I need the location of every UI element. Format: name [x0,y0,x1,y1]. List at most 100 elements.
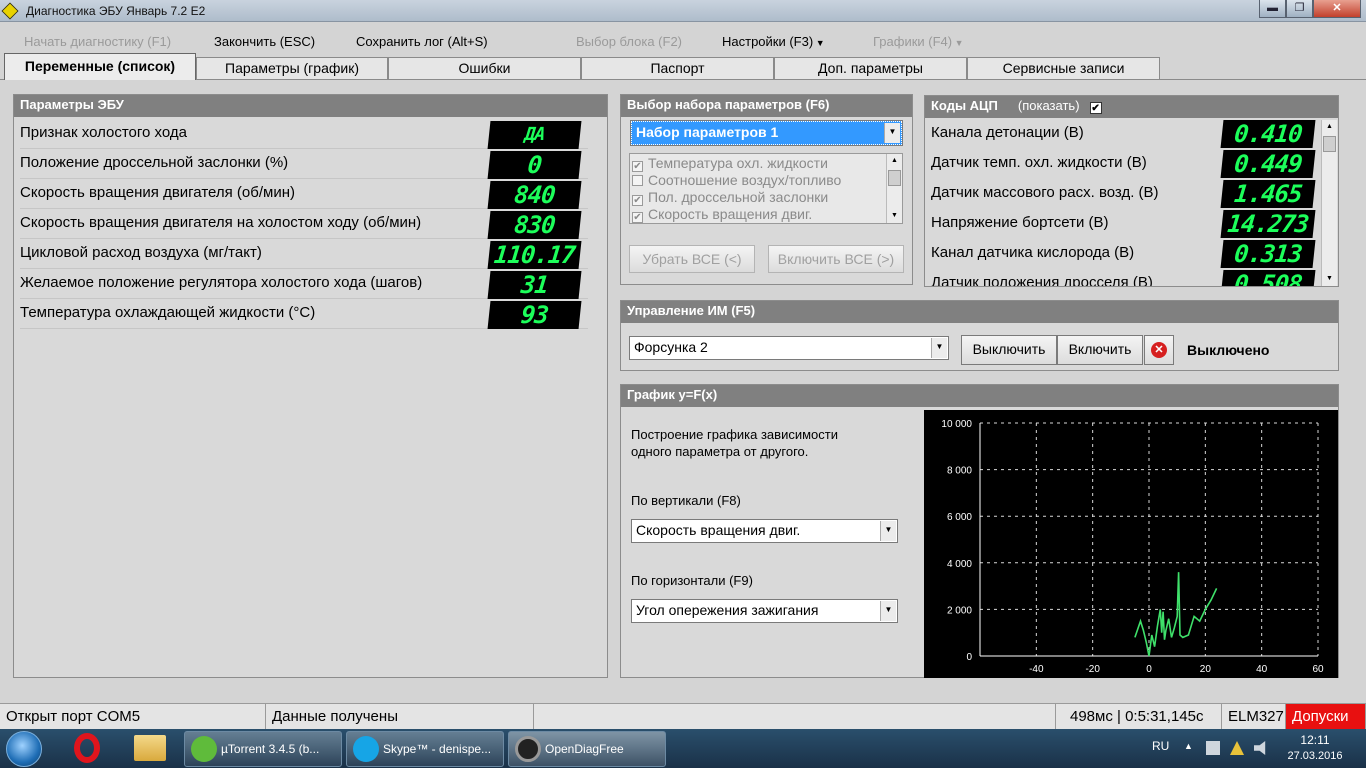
param-list-item[interactable]: ✔ Температура охл. жидкости [632,155,828,172]
adc-row-label: Датчик положения дросселя (В) [931,274,1153,286]
menu-save-log[interactable]: Сохранить лог (Alt+S) [356,34,488,49]
menu-settings[interactable]: Настройки (F3) ▼ [722,34,825,49]
menu-graphs[interactable]: Графики (F4) ▼ [873,34,964,49]
tab-service-records[interactable]: Сервисные записи [967,57,1160,79]
checkbox-icon[interactable] [632,175,643,186]
tab-errors[interactable]: Ошибки [388,57,581,79]
tab-passport[interactable]: Паспорт [581,57,774,79]
vertical-axis-select[interactable]: Скорость вращения двиг. ▼ [631,519,898,543]
taskbar-app-opendiag[interactable]: OpenDiagFree [508,731,666,767]
menu-select-block[interactable]: Выбор блока (F2) [576,34,682,49]
scroll-down-icon[interactable]: ▼ [887,209,902,223]
checkbox-icon[interactable]: ✔ [632,161,643,172]
chevron-down-icon[interactable]: ▼ [931,338,947,358]
remove-all-button[interactable]: Убрать ВСЕ (<) [629,245,755,273]
y-tick-label: 4 000 [947,559,972,570]
ecu-row-label: Температура охлаждающей жидкости (°C) [20,304,316,321]
scroll-thumb[interactable] [1323,136,1336,152]
adc-value-display: 0.449 [1220,150,1316,178]
clock-date[interactable]: 27.03.2016 [1282,750,1348,762]
actuator-selected: Форсунка 2 [634,339,708,355]
chevron-down-icon[interactable]: ▼ [880,521,896,541]
adc-show-label: (показать) [1017,98,1080,113]
param-set-panel: Выбор набора параметров (F6) Набор парам… [620,94,913,285]
maximize-button[interactable]: ❐ [1286,0,1313,18]
horizontal-axis-value: Угол опережения зажигания [636,602,819,618]
adc-show-checkbox[interactable]: ✔ [1089,102,1102,114]
menu-start-diagnostics[interactable]: Начать диагностику (F1) [24,34,171,49]
language-indicator[interactable]: RU [1152,739,1169,753]
volume-icon[interactable] [1254,741,1266,755]
x-tick-label: 40 [1256,664,1268,675]
clock-time[interactable]: 12:11 [1290,733,1340,747]
chevron-down-icon: ▼ [813,38,825,48]
adc-row-label: Датчик темп. охл. жидкости (В) [931,154,1147,171]
status-adapter: ELM327 [1222,704,1286,730]
param-list[interactable]: ✔ Температура охл. жидкости Соотношение в… [629,153,903,224]
tray-expand-icon[interactable]: ▲ [1184,741,1193,751]
close-button[interactable]: ✕ [1313,0,1361,18]
param-set-select[interactable]: Набор параметров 1 ▼ [630,120,903,146]
status-data: Данные получены [266,704,534,730]
ecu-value-display: 0 [487,151,582,179]
actuator-select[interactable]: Форсунка 2 ▼ [629,336,949,360]
ecu-value-display: 840 [487,181,582,209]
scroll-down-icon[interactable]: ▼ [1322,272,1337,286]
param-list-item[interactable]: ✔ Пол. дроссельной заслонки [632,189,828,206]
param-item-label: Температура охл. жидкости [648,155,828,171]
scroll-thumb[interactable] [888,170,901,186]
scroll-up-icon[interactable]: ▲ [1322,120,1337,134]
scroll-up-icon[interactable]: ▲ [887,154,902,168]
tab-extra-params[interactable]: Доп. параметры [774,57,967,79]
network-icon[interactable] [1206,741,1220,755]
error-icon: ✕ [1151,342,1167,358]
chevron-down-icon[interactable]: ▼ [884,123,900,143]
xy-chart: -40 -20 0 20 40 60 0 2 000 4 000 6 000 8 000 10 000 [924,410,1338,678]
param-set-selected: Набор параметров 1 [636,124,779,140]
tolerances-indicator[interactable]: Допуски [1286,704,1366,730]
actuator-panel: Управление ИМ (F5) Форсунка 2 ▼ Выключит… [620,300,1339,371]
adc-list: Канала детонации (В) Датчик темп. охл. ж… [925,119,1320,286]
turn-on-button[interactable]: Включить [1057,335,1143,365]
tab-params-graph[interactable]: Параметры (график) [196,57,388,79]
param-list-scrollbar[interactable]: ▲ ▼ [886,154,902,223]
actuator-status: Выключено [1187,342,1270,358]
status-timing: 498мс | 0:5:31,145с [1056,704,1222,730]
taskbar-app-utorrent[interactable]: µTorrent 3.4.5 (b... [184,731,342,767]
x-tick-label: 20 [1200,664,1212,675]
menu-graphs-label: Графики (F4) [873,34,953,49]
y-tick-label: 6 000 [947,512,972,523]
tab-variables-list[interactable]: Переменные (список) [4,53,196,80]
ecu-row-label: Цикловой расход воздуха (мг/такт) [20,244,262,261]
ecu-value-display: ДА [487,121,582,149]
minimize-button[interactable]: ▬ [1259,0,1286,18]
adc-value-display: 0.508 [1220,270,1316,286]
status-indicator: ✕ [1144,335,1174,365]
ecu-row-label: Желаемое положение регулятора холостого … [20,274,423,291]
chart-background [924,410,1338,678]
turn-off-button[interactable]: Выключить [961,335,1057,365]
param-list-item[interactable]: ✔ Скорость вращения двиг. [632,206,812,223]
add-all-button[interactable]: Включить ВСЕ (>) [768,245,904,273]
graph-title: График y=F(x) [621,385,1338,407]
param-list-item[interactable]: Соотношение воздух/топливо [632,172,841,189]
checkbox-icon[interactable]: ✔ [632,212,643,223]
checkbox-icon[interactable]: ✔ [632,195,643,206]
chevron-down-icon[interactable]: ▼ [880,601,896,621]
taskbar-app-skype[interactable]: Skype™ - denispe... [346,731,504,767]
adc-row-label: Напряжение бортсети (В) [931,214,1109,231]
taskbar-app-label: µTorrent 3.4.5 (b... [221,742,320,756]
ecu-row-label: Признак холостого хода [20,124,187,141]
menu-settings-label: Настройки (F3) [722,34,814,49]
horizontal-axis-select[interactable]: Угол опережения зажигания ▼ [631,599,898,623]
opera-icon[interactable] [74,733,100,763]
y-tick-label: 10 000 [941,419,972,430]
app-icon [1,2,19,20]
folder-icon[interactable] [134,735,166,761]
adc-scrollbar[interactable]: ▲ ▼ [1321,120,1337,286]
ecu-value-display: 93 [487,301,582,329]
start-button[interactable] [6,731,42,767]
warning-icon[interactable] [1230,741,1244,755]
y-tick-label: 2 000 [947,605,972,616]
menu-stop[interactable]: Закончить (ESC) [214,34,315,49]
